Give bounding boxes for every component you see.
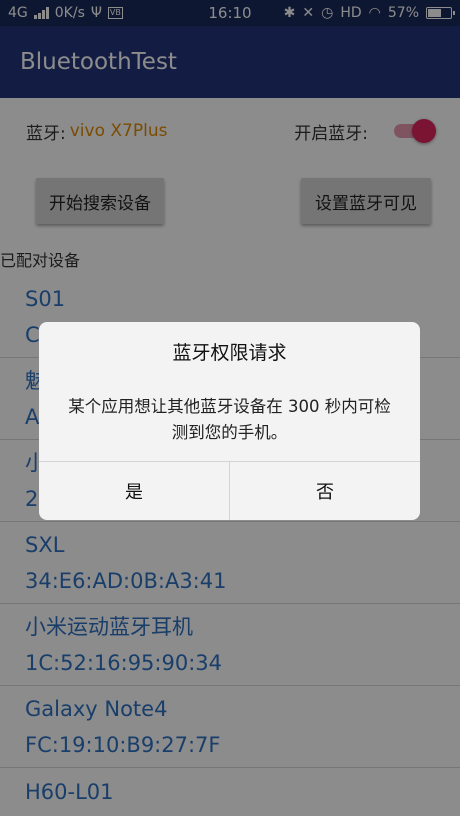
dialog-title: 蓝牙权限请求 bbox=[172, 342, 287, 364]
dialog-button-bar: 是 否 bbox=[39, 461, 420, 520]
dialog-no-button[interactable]: 否 bbox=[229, 462, 420, 520]
dialog-yes-button[interactable]: 是 bbox=[39, 462, 229, 520]
bluetooth-permission-dialog: 蓝牙权限请求 某个应用想让其他蓝牙设备在 300 秒内可检测到您的手机。 是 否 bbox=[39, 322, 420, 520]
dialog-message: 某个应用想让其他蓝牙设备在 300 秒内可检测到您的手机。 bbox=[68, 397, 391, 442]
